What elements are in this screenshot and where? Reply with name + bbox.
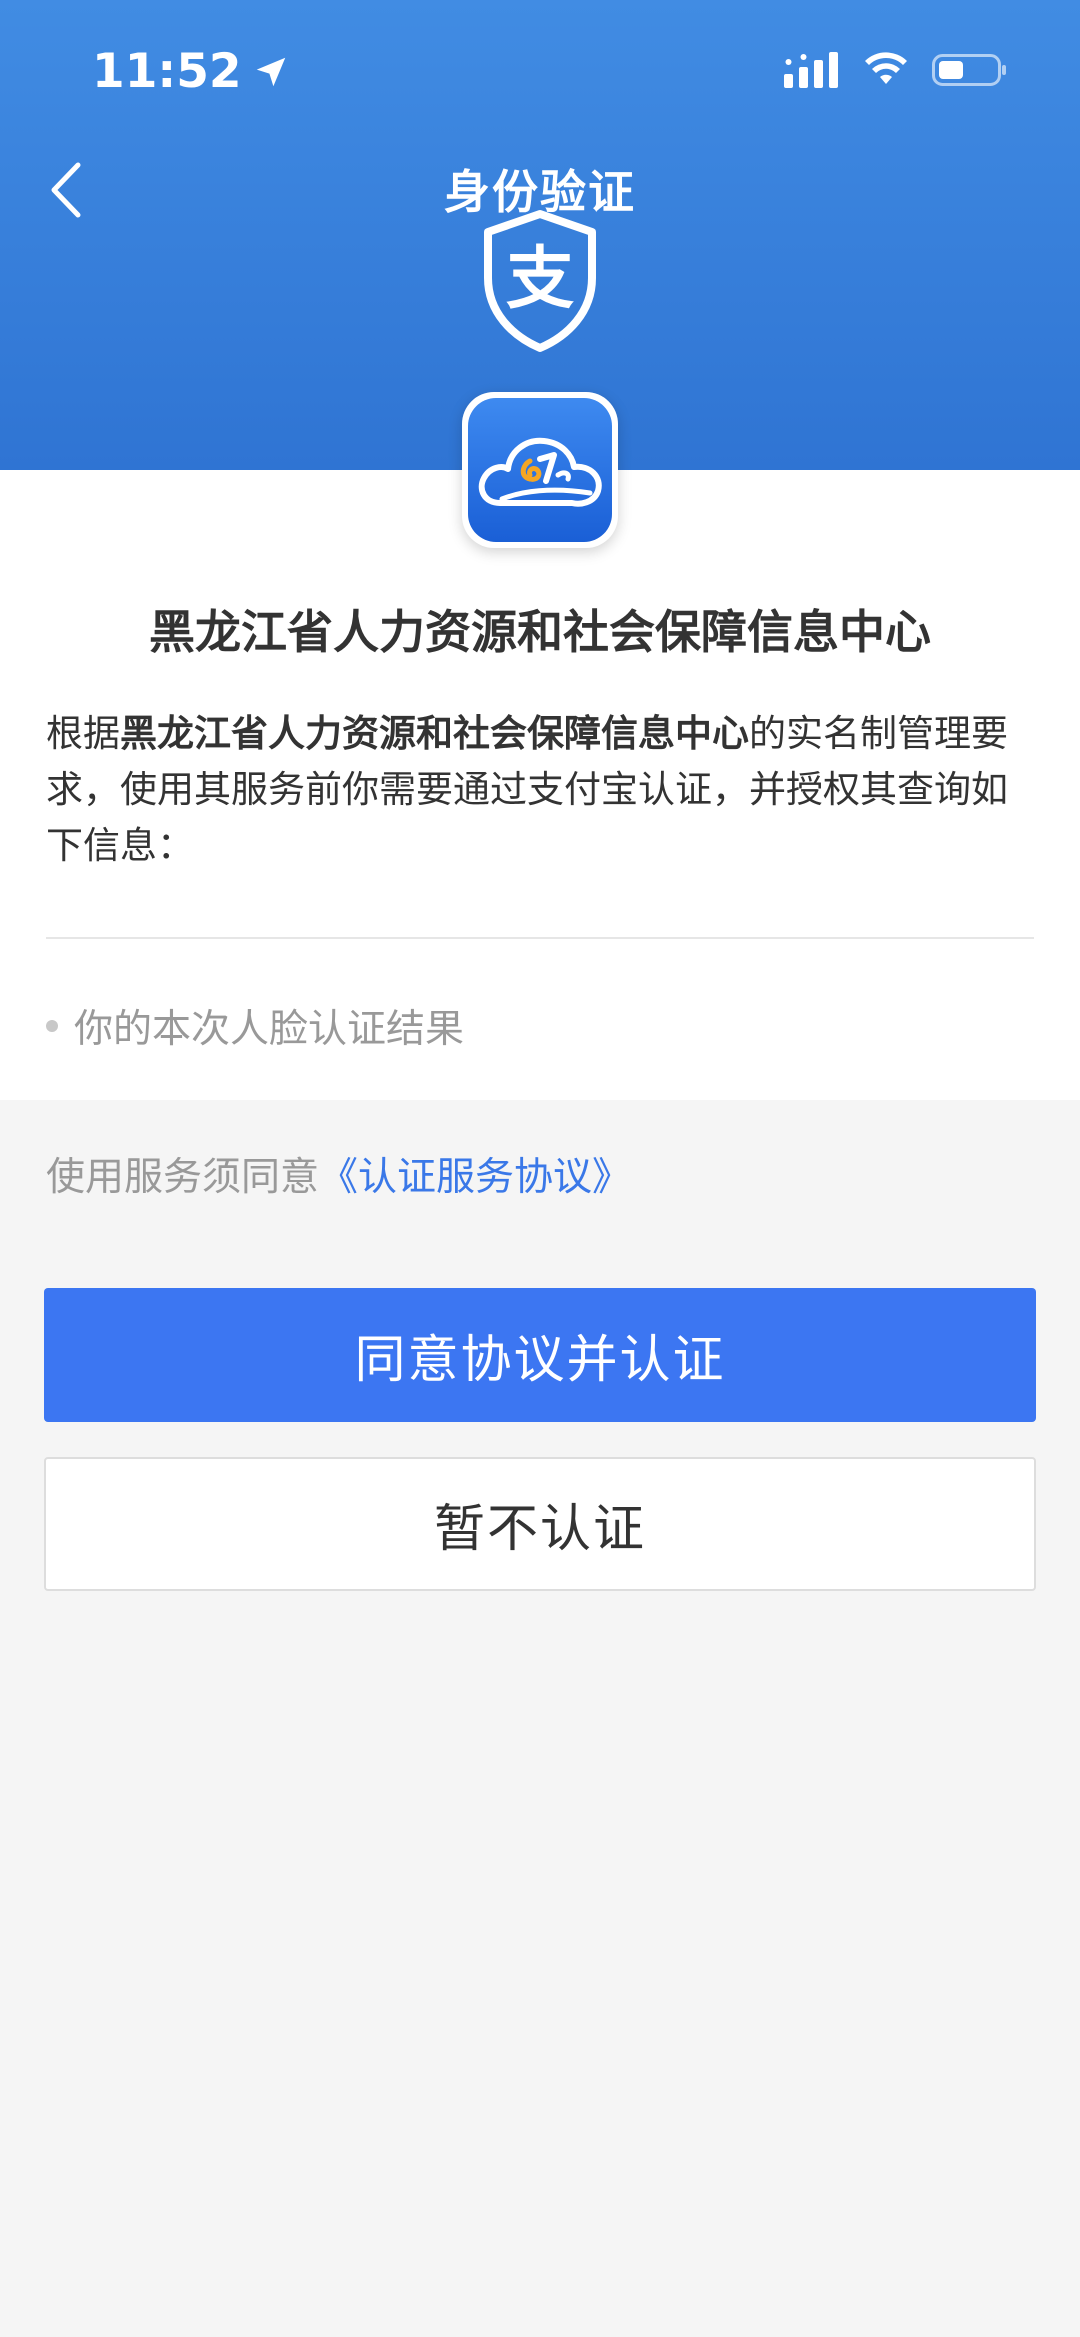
agree-and-verify-button[interactable]: 同意协议并认证 <box>44 1288 1036 1422</box>
alipay-shield-icon: 支 <box>484 210 596 352</box>
status-bar-right <box>784 52 1008 88</box>
cellular-signal-icon <box>784 52 838 88</box>
decline-button[interactable]: 暂不认证 <box>44 1457 1036 1591</box>
agreement-prefix: 使用服务须同意 <box>46 1155 320 1200</box>
cloud-logo-graphic <box>478 437 602 507</box>
divider <box>46 937 1034 939</box>
status-bar-time: 11:52 <box>92 44 290 99</box>
description-text: 根据黑龙江省人力资源和社会保障信息中心的实名制管理要求，使用其服务前你需要通过支… <box>46 706 1036 874</box>
bullet-icon <box>46 1020 58 1032</box>
battery-icon <box>932 54 1006 86</box>
app-logo <box>462 392 618 548</box>
agreement-notice: 使用服务须同意《认证服务协议》 <box>46 1146 631 1202</box>
wifi-icon <box>865 52 907 84</box>
list-item: 你的本次人脸认证结果 <box>46 998 464 1054</box>
organization-name: 黑龙江省人力资源和社会保障信息中心 <box>149 605 931 659</box>
alipay-glyph: 支 <box>506 240 574 319</box>
status-time-text: 11:52 <box>92 44 242 99</box>
agreement-link[interactable]: 《认证服务协议》 <box>319 1155 631 1200</box>
info-item-text: 你的本次人脸认证结果 <box>74 1007 465 1052</box>
cloud-12333-logo-icon <box>468 398 612 542</box>
location-arrow-icon <box>256 57 285 86</box>
description-org: 黑龙江省人力资源和社会保障信息中心 <box>120 712 749 755</box>
description-prefix: 根据 <box>46 712 120 755</box>
